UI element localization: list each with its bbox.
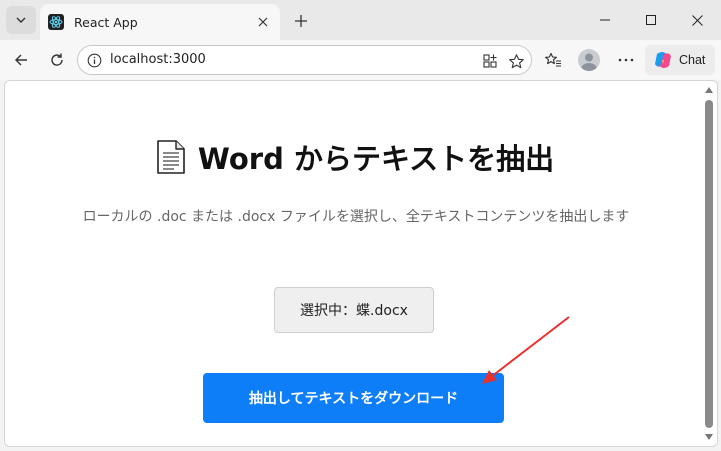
tab-react-app[interactable]: React App	[40, 4, 280, 40]
new-tab-button[interactable]	[288, 8, 314, 34]
tab-actions-button[interactable]	[6, 6, 36, 34]
minimize-button[interactable]	[582, 0, 628, 40]
page-viewport: Word からテキストを抽出 ローカルの .doc または .docx ファイル…	[4, 80, 718, 447]
maximize-icon	[646, 15, 656, 25]
back-button[interactable]	[7, 46, 35, 74]
heading: Word からテキストを抽出	[197, 142, 555, 176]
reload-button[interactable]	[43, 46, 71, 74]
react-logo-icon	[48, 14, 64, 30]
url-text[interactable]: localhost:3000	[110, 52, 206, 67]
plus-icon	[295, 15, 307, 27]
browser-toolbar: localhost:3000 Chat	[0, 40, 721, 80]
chevron-down-icon	[16, 17, 26, 23]
star-icon[interactable]	[506, 51, 526, 71]
reload-icon	[51, 53, 63, 66]
apps-icon[interactable]	[480, 51, 500, 71]
more-icon	[618, 58, 634, 62]
tab-title: React App	[74, 14, 138, 30]
chat-label: Chat	[679, 53, 706, 67]
vertical-scrollbar[interactable]	[704, 86, 714, 441]
document-icon	[156, 139, 186, 175]
info-icon[interactable]	[86, 52, 102, 68]
page-subtitle: ローカルの .doc または .docx ファイルを選択し、全テキストコンテンツ…	[82, 209, 630, 225]
maximize-button[interactable]	[628, 0, 674, 40]
scroll-up-arrow-icon[interactable]	[705, 86, 713, 94]
copilot-chat-button[interactable]: Chat	[645, 45, 715, 75]
page-title: Word からテキストを抽出	[5, 136, 705, 178]
copilot-icon	[655, 52, 671, 68]
favorites-icon	[545, 52, 561, 67]
select-file-button[interactable]: 選択中：蝶.docx	[274, 287, 434, 333]
extract-download-button[interactable]: 抽出してテキストをダウンロード	[203, 373, 504, 423]
close-icon	[258, 17, 268, 27]
close-icon	[691, 14, 703, 26]
minimize-icon	[600, 19, 610, 21]
favorites-button[interactable]	[539, 46, 567, 74]
scroll-down-arrow-icon[interactable]	[705, 433, 713, 441]
close-window-button[interactable]	[674, 0, 720, 40]
title-bar: React App	[0, 0, 721, 40]
avatar[interactable]	[578, 49, 600, 71]
scroll-thumb[interactable]	[705, 100, 713, 428]
address-bar[interactable]: localhost:3000	[77, 45, 532, 75]
close-tab-button[interactable]	[254, 13, 272, 31]
more-menu-button[interactable]	[612, 46, 640, 74]
back-arrow-icon	[15, 54, 27, 66]
